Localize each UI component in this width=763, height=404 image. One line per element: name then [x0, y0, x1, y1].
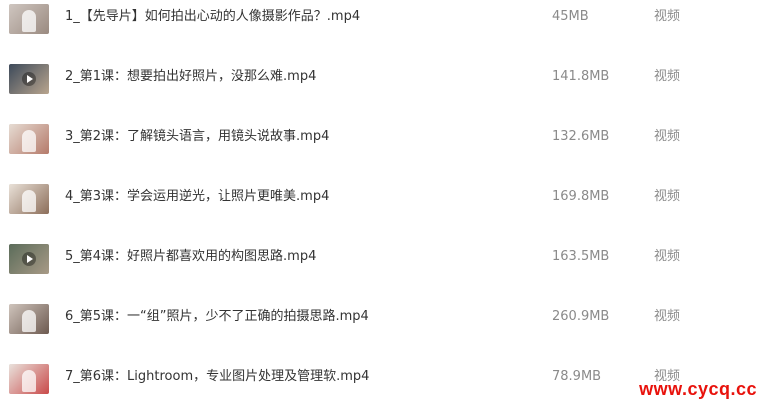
video-thumbnail[interactable]	[9, 4, 49, 34]
file-name[interactable]: 1_【先导片】如何拍出心动的人像摄影作品？.mp4	[65, 8, 360, 26]
file-name[interactable]: 2_第1课：想要拍出好照片，没那么难.mp4	[65, 68, 316, 86]
video-thumbnail[interactable]	[9, 184, 49, 214]
video-thumbnail[interactable]	[9, 304, 49, 334]
file-type: 视频	[654, 9, 681, 24]
file-row[interactable]: 5_第4课：好照片都喜欢用的构图思路.mp4 163.5MB 视频	[0, 241, 763, 281]
file-name[interactable]: 7_第6课：Lightroom，专业图片处理及管理软.mp4	[65, 368, 369, 386]
file-name[interactable]: 4_第3课：学会运用逆光，让照片更唯美.mp4	[65, 188, 329, 206]
file-list: 1_【先导片】如何拍出心动的人像摄影作品？.mp4 45MB 视频 2_第1课：…	[0, 0, 763, 404]
file-size: 132.6MB	[552, 129, 610, 144]
file-size: 141.8MB	[552, 69, 610, 84]
video-thumbnail[interactable]	[9, 64, 49, 94]
file-row[interactable]: 2_第1课：想要拍出好照片，没那么难.mp4 141.8MB 视频	[0, 61, 763, 101]
video-thumbnail[interactable]	[9, 244, 49, 274]
watermark-text: www.cycq.cc	[639, 379, 757, 399]
file-name[interactable]: 5_第4课：好照片都喜欢用的构图思路.mp4	[65, 248, 316, 266]
file-type: 视频	[654, 309, 681, 324]
file-name[interactable]: 6_第5课：一“组”照片，少不了正确的拍摄思路.mp4	[65, 308, 369, 326]
play-icon	[22, 252, 36, 266]
file-row[interactable]: 3_第2课：了解镜头语言，用镜头说故事.mp4 132.6MB 视频	[0, 121, 763, 161]
file-row[interactable]: 1_【先导片】如何拍出心动的人像摄影作品？.mp4 45MB 视频	[0, 1, 763, 41]
file-type: 视频	[654, 249, 681, 264]
file-row[interactable]: 4_第3课：学会运用逆光，让照片更唯美.mp4 169.8MB 视频	[0, 181, 763, 221]
video-thumbnail[interactable]	[9, 124, 49, 154]
file-size: 163.5MB	[552, 249, 610, 264]
file-name[interactable]: 3_第2课：了解镜头语言，用镜头说故事.mp4	[65, 128, 329, 146]
file-type: 视频	[654, 129, 681, 144]
file-size: 45MB	[552, 9, 589, 24]
video-thumbnail[interactable]	[9, 364, 49, 394]
file-size: 260.9MB	[552, 309, 610, 324]
file-type: 视频	[654, 69, 681, 84]
play-icon	[22, 72, 36, 86]
file-row[interactable]: 6_第5课：一“组”照片，少不了正确的拍摄思路.mp4 260.9MB 视频	[0, 301, 763, 341]
file-size: 78.9MB	[552, 369, 602, 384]
file-size: 169.8MB	[552, 189, 610, 204]
file-type: 视频	[654, 189, 681, 204]
